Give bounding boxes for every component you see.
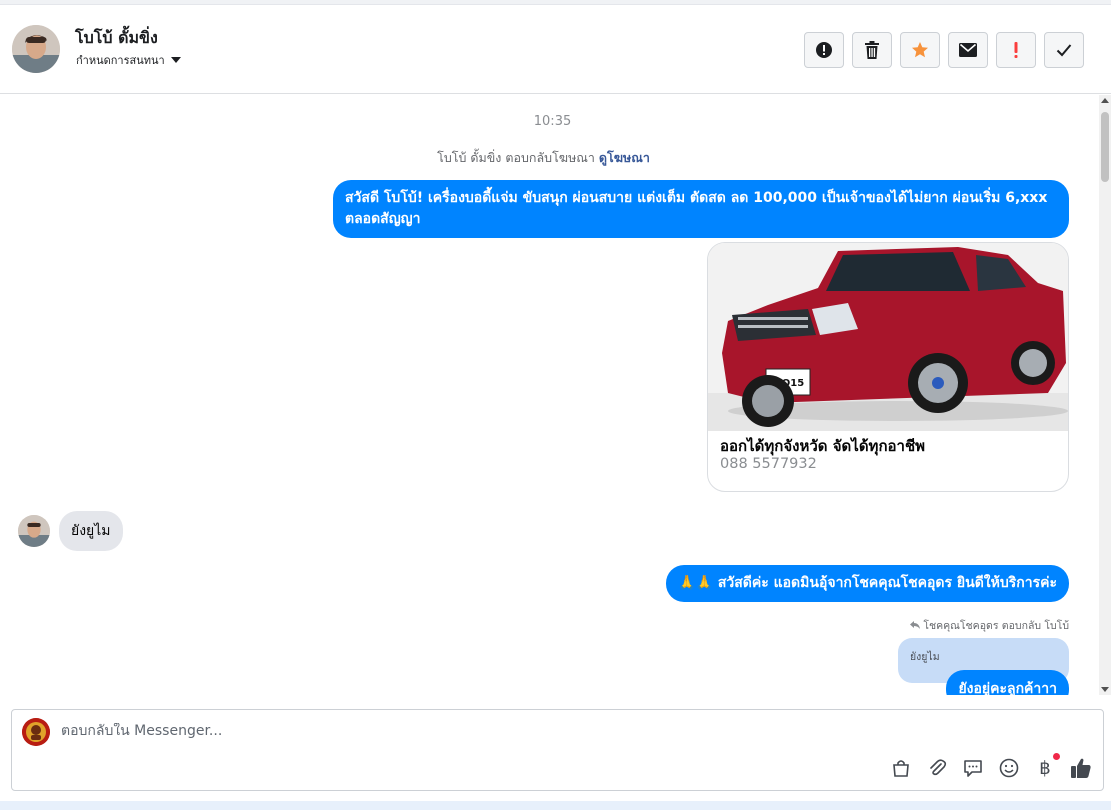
baht-icon: ฿ xyxy=(1039,757,1051,779)
message-thread[interactable]: 10:35 โบโบ้ ดั้มขิ่ง ตอบกลับโฆษณา ดูโฆษณ… xyxy=(0,95,1099,695)
like-button[interactable] xyxy=(1069,756,1093,780)
incoming-message-row: ยังยูไม xyxy=(18,511,123,551)
person-avatar-icon xyxy=(18,515,50,547)
composer-tools: ฿ xyxy=(889,753,1093,780)
reply-context-text: โชคคุณโชคอุดร ตอบกลับ โบโบ้ xyxy=(923,620,1069,632)
thread-scrollbar[interactable] xyxy=(1099,95,1111,695)
page-logo-icon xyxy=(22,718,50,746)
avatar xyxy=(18,515,50,547)
ad-card[interactable]: MO15 ออกได้ทุกจังหวัด จัดได้ทุกอาชีพ 088… xyxy=(707,242,1069,492)
assign-label: กำหนดการสนทนา xyxy=(76,54,165,67)
alert-circle-icon xyxy=(816,42,832,58)
caret-down-icon xyxy=(170,57,181,63)
card-title: ออกได้ทุกจังหวัด จัดได้ทุกอาชีพ xyxy=(720,437,926,455)
scroll-thumb[interactable] xyxy=(1101,112,1109,182)
star-icon xyxy=(912,42,928,58)
trash-icon xyxy=(865,41,879,59)
messenger-inbox: โบโบ้ ดั้มขิ่ง กำหนดการสนทนา 10:35 โบโบ้… xyxy=(0,0,1111,810)
reply-context: โชคคุณโชคอุดร ตอบกลับ โบโบ้ xyxy=(910,617,1069,634)
contact-name: โบโบ้ ดั้มขิ่ง xyxy=(75,28,158,47)
delete-button[interactable] xyxy=(852,32,892,68)
conversation-actions xyxy=(804,32,1084,68)
mark-done-button[interactable] xyxy=(1044,32,1084,68)
mark-unread-button[interactable] xyxy=(948,32,988,68)
avatar[interactable] xyxy=(12,25,60,73)
star-button[interactable] xyxy=(900,32,940,68)
mark-spam-button[interactable] xyxy=(804,32,844,68)
exclamation-icon xyxy=(1014,42,1018,58)
card-phone: 088 5577932 xyxy=(720,456,817,472)
scroll-up-arrow-icon[interactable] xyxy=(1101,98,1109,103)
check-icon xyxy=(1056,44,1072,57)
saved-replies-icon xyxy=(964,760,982,777)
saved-replies-button[interactable] xyxy=(961,756,985,780)
shopping-bag-button[interactable] xyxy=(889,756,913,780)
view-ad-link[interactable]: ดูโฆษณา xyxy=(599,150,650,165)
outgoing-message: สวัสดี โบโบ้! เครื่องบอดี้แจ่ม ขับสนุก ผ… xyxy=(333,180,1069,238)
ad-reply-text: โบโบ้ ดั้มขิ่ง ตอบกลับโฆษณา xyxy=(437,150,595,165)
page-avatar xyxy=(22,718,50,746)
reply-composer: ฿ xyxy=(11,709,1104,791)
thumbs-up-icon xyxy=(1071,758,1091,778)
emoji-button[interactable] xyxy=(997,756,1021,780)
notification-dot xyxy=(1053,753,1060,760)
scroll-down-arrow-icon[interactable] xyxy=(1101,687,1109,692)
message-text: สวัสดีค่ะ แอดมินอุ้จากโชคคุณโชคอุดร ยินด… xyxy=(717,575,1057,591)
paperclip-icon xyxy=(930,759,947,776)
conversation-header: โบโบ้ ดั้มขิ่ง กำหนดการสนทนา xyxy=(0,5,1111,94)
assign-conversation-dropdown[interactable]: กำหนดการสนทนา xyxy=(76,51,181,69)
pickup-truck-image: MO15 xyxy=(708,243,1068,431)
timestamp: 10:35 xyxy=(533,114,572,129)
reply-arrow-icon xyxy=(910,621,920,629)
incoming-message: ยังยูไม xyxy=(59,511,123,551)
shopping-bag-icon xyxy=(893,760,909,777)
follow-up-button[interactable] xyxy=(996,32,1036,68)
outgoing-message: ยังอยู่คะลูกค้าาา xyxy=(946,670,1069,695)
ad-reply-notice: โบโบ้ ดั้มขิ่ง ตอบกลับโฆษณา ดูโฆษณา xyxy=(0,148,1087,168)
outgoing-message: 🙏🙏 สวัสดีค่ะ แอดมินอุ้จากโชคคุณโชคอุดร ย… xyxy=(666,565,1069,602)
person-avatar-icon xyxy=(12,25,60,73)
envelope-icon xyxy=(959,43,977,57)
car-image: MO15 xyxy=(708,243,1068,431)
payment-button[interactable]: ฿ xyxy=(1033,753,1060,780)
emoji-icon xyxy=(999,758,1019,778)
attach-file-button[interactable] xyxy=(925,756,949,780)
bottom-strip xyxy=(0,801,1111,810)
praying-hands-icon: 🙏🙏 xyxy=(678,575,713,591)
reply-input[interactable] xyxy=(61,723,1061,739)
